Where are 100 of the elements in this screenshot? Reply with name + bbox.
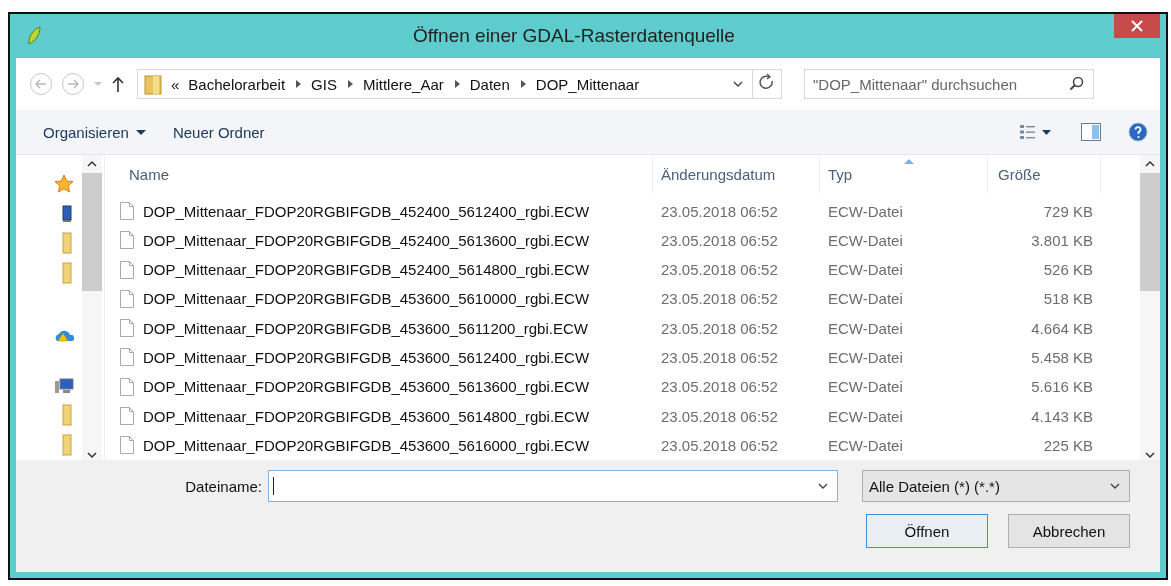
- breadcrumb[interactable]: GIS: [311, 75, 337, 93]
- file-icon[interactable]: [119, 406, 135, 426]
- table-cell-text: 225 KB: [1042, 436, 1094, 454]
- table-cell-text: 5.458 KB: [1030, 348, 1094, 366]
- breadcrumb[interactable]: Daten: [469, 75, 510, 93]
- file-name: DOP_Mittenaar_FDOP20RGBIFGDB_452400_5614800_rgbi.ECW: [143, 261, 590, 279]
- scroll-up-icon[interactable]: [86, 159, 98, 169]
- refresh-icon[interactable]: [752, 69, 782, 99]
- sort-arrow-icon[interactable]: [903, 158, 914, 164]
- file-row[interactable]: DOP_Mittenaar_FDOP20RGBIFGDB_453600_5612400_rgbi.ECW 23.05.2018 06:52 ECW-Datei 5.458 KB: [119, 342, 1120, 373]
- chevron-right-icon[interactable]: [294, 78, 303, 90]
- table-cell-text: 23.05.2018 06:52: [660, 261, 779, 279]
- chevron-right-icon[interactable]: [345, 78, 354, 90]
- scroll-down-icon[interactable]: [86, 450, 98, 460]
- table-cell-text: ECW-Datei: [827, 436, 904, 454]
- folder-icon[interactable]: [60, 434, 74, 457]
- preview-pane-icon[interactable]: [1080, 122, 1102, 142]
- table-cell-text: 4.664 KB: [1030, 319, 1094, 337]
- file-name: DOP_Mittenaar_FDOP20RGBIFGDB_452400_5612400_rgbi.ECW: [143, 202, 590, 220]
- table-cell-text: 23.05.2018 06:52: [660, 436, 779, 454]
- overflow-chevron[interactable]: «: [171, 75, 180, 93]
- file-icon[interactable]: [119, 347, 135, 368]
- table-cell-text: 4.143 KB: [1030, 407, 1094, 425]
- chevron-right-icon[interactable]: [452, 78, 461, 90]
- computer-icon[interactable]: [54, 376, 74, 395]
- cancel-button[interactable]: Abbrechen: [1008, 514, 1130, 548]
- table-cell-text: 23.05.2018 06:52: [660, 319, 779, 337]
- file-icon[interactable]: [119, 288, 135, 309]
- table-cell-text: 5.616 KB: [1030, 378, 1094, 396]
- back-icon[interactable]: [29, 72, 53, 96]
- file-row[interactable]: DOP_Mittenaar_FDOP20RGBIFGDB_452400_5613600_rgbi.ECW 23.05.2018 06:52 ECW-Datei 3.801 KB: [119, 225, 1120, 255]
- close-icon[interactable]: [1114, 14, 1160, 38]
- search-icon[interactable]: [1069, 76, 1085, 92]
- monitor-icon[interactable]: [60, 204, 74, 223]
- table-cell-text: 23.05.2018 06:52: [660, 407, 779, 425]
- file-icon[interactable]: [119, 376, 135, 397]
- chevron-right-icon[interactable]: [518, 78, 527, 90]
- file-row[interactable]: DOP_Mittenaar_FDOP20RGBIFGDB_453600_5613600_rgbi.ECW 23.05.2018 06:52 ECW-Datei 5.616 KB: [119, 372, 1120, 402]
- leaf-icon[interactable]: [26, 26, 42, 46]
- file-name: DOP_Mittenaar_FDOP20RGBIFGDB_453600_5610000_rgbi.ECW: [143, 290, 590, 308]
- star-icon[interactable]: [54, 173, 74, 194]
- file-name: DOP_Mittenaar_FDOP20RGBIFGDB_453600_5611200_rgbi.ECW: [143, 319, 588, 337]
- column-header[interactable]: Name: [119, 155, 653, 194]
- folder-icon[interactable]: [60, 404, 74, 427]
- file-row[interactable]: DOP_Mittenaar_FDOP20RGBIFGDB_452400_5612400_rgbi.ECW 23.05.2018 06:52 ECW-Datei 729 KB: [119, 196, 1120, 226]
- breadcrumb[interactable]: Mittlere_Aar: [362, 75, 444, 93]
- file-icon[interactable]: [119, 318, 135, 339]
- scrollbar-thumb[interactable]: [82, 173, 102, 291]
- column-header[interactable]: Änderungsdatum: [653, 155, 820, 194]
- filename-label: Dateiname:: [185, 477, 262, 495]
- folder-icon[interactable]: [144, 73, 162, 95]
- file-row[interactable]: DOP_Mittenaar_FDOP20RGBIFGDB_452400_5614800_rgbi.ECW 23.05.2018 06:52 ECW-Datei 526 KB: [119, 254, 1120, 285]
- table-cell-text: 526 KB: [1042, 261, 1094, 279]
- file-type-dropdown[interactable]: Alle Dateien (*) (*.*): [862, 470, 1130, 502]
- table-cell-text: ECW-Datei: [827, 202, 904, 220]
- file-row[interactable]: DOP_Mittenaar_FDOP20RGBIFGDB_453600_5614800_rgbi.ECW 23.05.2018 06:52 ECW-Datei 4.143 KB: [119, 401, 1120, 431]
- table-cell-text: ECW-Datei: [827, 319, 904, 337]
- file-icon[interactable]: [119, 230, 135, 251]
- breadcrumb[interactable]: DOP_Mittenaar: [535, 75, 640, 93]
- forward-icon[interactable]: [61, 72, 85, 96]
- table-cell-text: 23.05.2018 06:52: [660, 290, 779, 308]
- open-button[interactable]: Öffnen: [866, 514, 988, 548]
- breadcrumb[interactable]: Bachelorarbeit: [188, 75, 286, 93]
- search-field[interactable]: "DOP_Mittenaar" durchsuchen: [804, 69, 1094, 99]
- text-cursor: [273, 477, 274, 495]
- file-name: DOP_Mittenaar_FDOP20RGBIFGDB_452400_5613600_rgbi.ECW: [143, 231, 590, 249]
- window-title: Öffnen einer GDAL-Rasterdatenquelle: [412, 25, 736, 47]
- table-cell-text: ECW-Datei: [827, 261, 904, 279]
- toolbar-button[interactable]: Neuer Ordner: [172, 123, 265, 141]
- table-cell-text: ECW-Datei: [827, 378, 904, 396]
- help-icon[interactable]: [1128, 122, 1148, 142]
- view-list-icon[interactable]: [1018, 122, 1054, 142]
- caret-icon[interactable]: [134, 127, 147, 137]
- table-cell-text: 518 KB: [1042, 290, 1094, 308]
- table-cell-text: ECW-Datei: [827, 407, 904, 425]
- table-cell-text: 23.05.2018 06:52: [660, 231, 779, 249]
- scrollbar-thumb[interactable]: [1140, 173, 1160, 291]
- folder-icon[interactable]: [60, 232, 74, 255]
- column-header[interactable]: Typ: [820, 155, 988, 194]
- table-cell-text: 23.05.2018 06:52: [660, 378, 779, 396]
- file-icon[interactable]: [119, 435, 135, 456]
- table-cell-text: ECW-Datei: [827, 348, 904, 366]
- column-header[interactable]: Größe: [988, 155, 1101, 194]
- file-name: DOP_Mittenaar_FDOP20RGBIFGDB_453600_5614800_rgbi.ECW: [143, 407, 590, 425]
- scroll-down-icon[interactable]: [1144, 450, 1156, 460]
- file-icon[interactable]: [119, 201, 135, 222]
- table-cell-text: ECW-Datei: [827, 231, 904, 249]
- file-name: DOP_Mittenaar_FDOP20RGBIFGDB_453600_5612400_rgbi.ECW: [143, 348, 590, 366]
- file-name: DOP_Mittenaar_FDOP20RGBIFGDB_453600_5616000_rgbi.ECW: [143, 436, 590, 454]
- filename-field[interactable]: [268, 470, 838, 502]
- toolbar-button[interactable]: Organisieren: [43, 123, 147, 141]
- file-icon[interactable]: [119, 259, 135, 280]
- table-cell-text: ECW-Datei: [827, 290, 904, 308]
- file-row[interactable]: DOP_Mittenaar_FDOP20RGBIFGDB_453600_5610000_rgbi.ECW 23.05.2018 06:52 ECW-Datei 518 KB: [119, 284, 1120, 314]
- table-cell-text: 3.801 KB: [1030, 231, 1094, 249]
- scroll-up-icon[interactable]: [1144, 159, 1156, 169]
- folder-icon[interactable]: [60, 262, 74, 285]
- file-row[interactable]: DOP_Mittenaar_FDOP20RGBIFGDB_453600_5611200_rgbi.ECW 23.05.2018 06:52 ECW-Datei 4.664 KB: [119, 313, 1120, 343]
- address-bar[interactable]: « Bachelorarbeit GIS Mittlere_Aar Daten DOP_Mittenaar: [137, 69, 753, 99]
- file-row[interactable]: DOP_Mittenaar_FDOP20RGBIFGDB_453600_5616000_rgbi.ECW 23.05.2018 06:52 ECW-Datei 225 KB: [119, 430, 1120, 460]
